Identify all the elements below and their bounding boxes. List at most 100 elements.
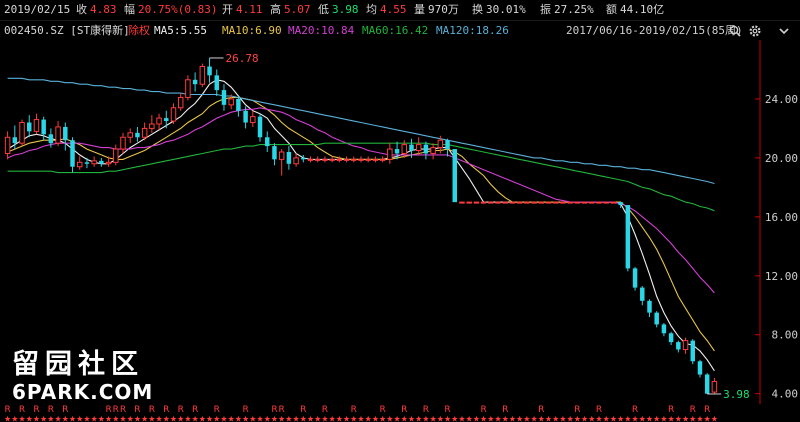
star-marker: [47, 415, 54, 422]
star-marker: [531, 415, 538, 422]
gear-icon[interactable]: [748, 24, 762, 38]
period-label[interactable]: 2017/06/16-2019/02/15(85周): [566, 21, 743, 41]
ma10-line: [7, 96, 715, 352]
star-marker: [401, 415, 408, 422]
r-marker: R: [351, 405, 357, 415]
candle-body: [199, 66, 206, 85]
collapse-icon[interactable]: [777, 24, 791, 38]
candle-body: [48, 134, 54, 144]
candle-body: [336, 158, 343, 161]
ma120-line: [7, 77, 715, 185]
candle-down: [445, 138, 450, 157]
candle-body: [156, 117, 162, 125]
candle-down: [257, 113, 263, 142]
star-marker: [134, 415, 141, 422]
star-marker: [696, 415, 703, 422]
star-marker: [329, 415, 336, 422]
star-marker: [314, 415, 321, 422]
avg-label: 均: [366, 3, 377, 16]
star-marker: [257, 415, 264, 422]
candle-up: [113, 144, 119, 166]
candle-body: [704, 374, 710, 394]
star-marker: [26, 415, 33, 422]
r-marker: R: [163, 405, 169, 415]
candle-down: [301, 154, 306, 163]
star-marker: [689, 415, 696, 422]
r-marker: R: [242, 405, 248, 415]
stock-name[interactable]: 002450.SZ [ST康得新]: [4, 21, 130, 41]
candle-down: [221, 84, 227, 111]
candle-up: [545, 201, 552, 204]
star-marker: [451, 415, 458, 422]
candle-up: [596, 201, 602, 204]
candle-body: [192, 79, 198, 85]
star-marker: [711, 415, 718, 422]
low-value: 3.98: [332, 3, 359, 16]
candle-up: [149, 115, 155, 133]
star-marker: [199, 415, 206, 422]
candle-up: [379, 156, 386, 163]
candle-body: [293, 157, 299, 165]
candle-body: [250, 116, 256, 124]
candle-up: [33, 113, 40, 135]
candle-up: [358, 156, 364, 163]
candle-up: [293, 153, 299, 167]
candle-down: [192, 72, 198, 92]
r-marker: R: [120, 405, 126, 415]
candle-body: [596, 201, 602, 204]
star-marker: [538, 415, 545, 422]
candle-body: [661, 324, 667, 334]
candle-up: [581, 201, 588, 204]
r-marker: R: [401, 405, 407, 415]
high-label: 高: [270, 3, 281, 16]
candle-body: [581, 201, 588, 204]
star-marker: [408, 415, 415, 422]
candle-body: [343, 158, 350, 161]
candle-body: [307, 158, 314, 161]
moving-average-lines: [7, 77, 715, 372]
candle-up: [19, 119, 25, 147]
star-marker: [480, 415, 487, 422]
candle-body: [676, 342, 681, 350]
candle-body: [236, 98, 241, 111]
candle-up: [387, 143, 393, 164]
r-marker: R: [704, 405, 710, 415]
r-marker: R: [596, 405, 602, 415]
star-marker: [33, 415, 40, 422]
candle-body: [466, 201, 472, 204]
star-marker: [682, 415, 689, 422]
r-marker: R: [48, 405, 54, 415]
candle-body: [185, 79, 191, 98]
candle-down: [697, 359, 703, 378]
candle-body: [509, 201, 516, 204]
quote-info-bar: 2019/02/15 收 4.83 幅 20.75%(0.83) 开 4.11 …: [0, 0, 800, 20]
turnover-label: 换: [472, 3, 483, 16]
candle-up: [314, 156, 321, 163]
candle-up: [488, 201, 494, 204]
candle-body: [322, 158, 328, 161]
star-marker: [127, 415, 134, 422]
r-marker: R: [444, 405, 450, 415]
star-marker: [487, 415, 494, 422]
r-marker: R: [271, 405, 277, 415]
search-icon[interactable]: [729, 25, 741, 37]
candle-down: [625, 205, 631, 272]
star-marker: [350, 415, 357, 422]
star-marker: [473, 415, 480, 422]
y-tick-label: 24.00: [765, 93, 798, 106]
weight-label[interactable]: 除权: [128, 21, 150, 41]
candle-body: [502, 201, 508, 204]
candle-down: [63, 122, 68, 151]
r-marker: R: [632, 405, 638, 415]
candle-up: [156, 113, 162, 130]
candle-body: [488, 201, 494, 204]
candle-up: [516, 201, 523, 204]
r-marker: R: [502, 405, 508, 415]
candle-body: [423, 144, 429, 154]
candle-up: [552, 201, 559, 204]
star-marker: [285, 415, 292, 422]
candle-body: [99, 160, 104, 164]
candle-body: [19, 122, 25, 144]
star-marker: [394, 415, 401, 422]
candle-body: [135, 132, 140, 138]
